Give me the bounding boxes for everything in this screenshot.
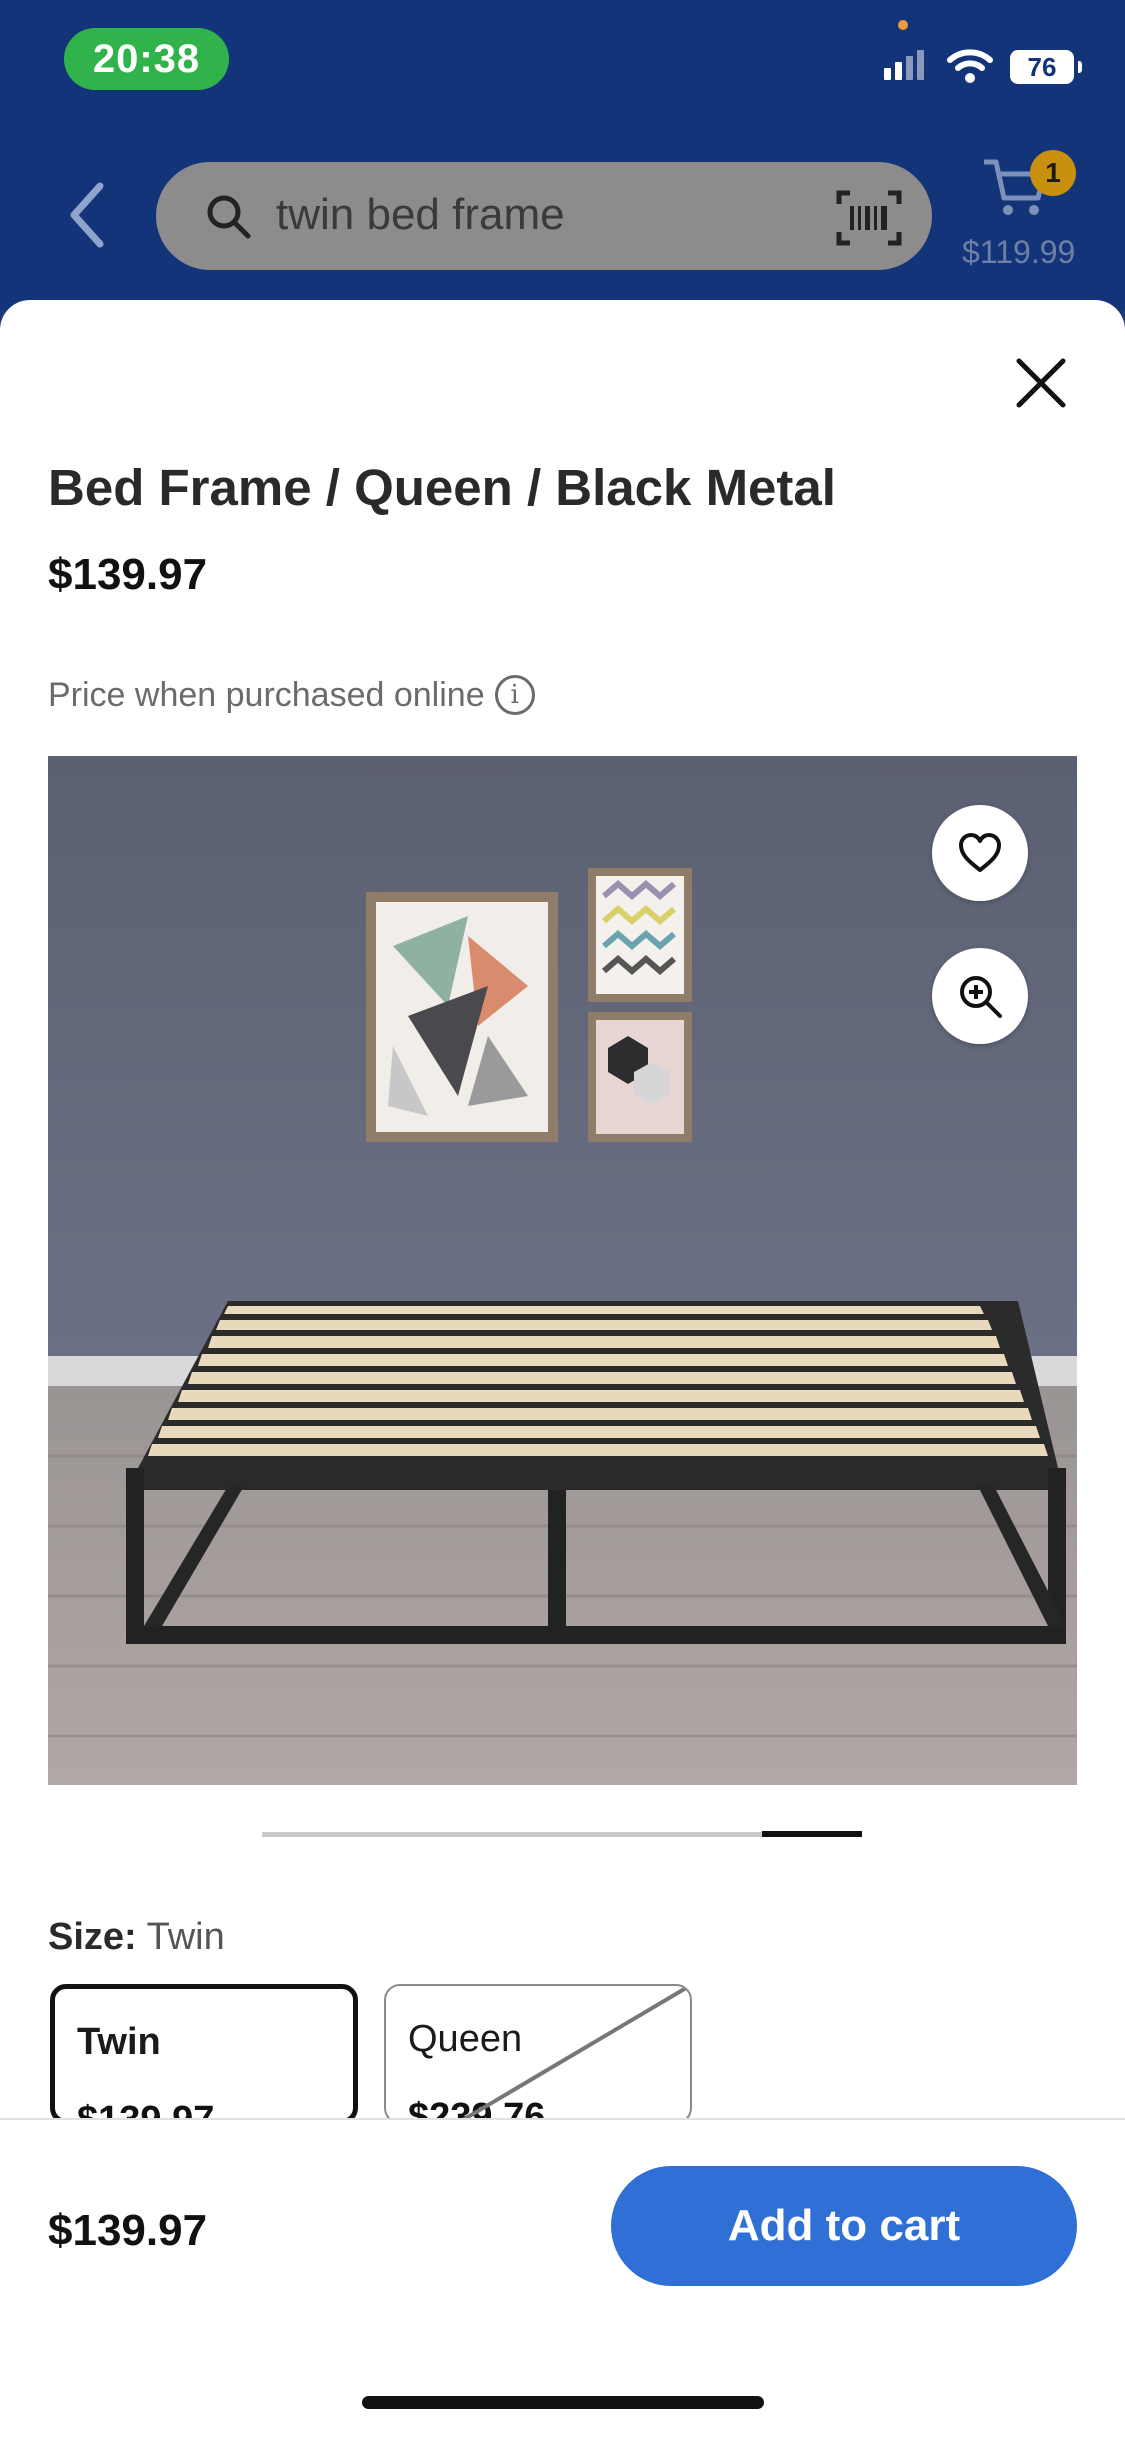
heart-icon xyxy=(959,833,1001,872)
cart-count-badge: 1 xyxy=(1030,150,1076,196)
size-option-queen[interactable]: Queen $239.76 xyxy=(384,1984,692,2124)
carousel-current-position xyxy=(762,1831,862,1837)
price-note: Price when purchased online i xyxy=(48,675,535,715)
price-note-text: Price when purchased online xyxy=(48,675,485,714)
status-time: 20:38 xyxy=(64,28,229,90)
search-input[interactable]: twin bed frame xyxy=(156,162,932,270)
privacy-indicator xyxy=(898,20,908,30)
info-icon[interactable]: i xyxy=(494,675,535,715)
home-indicator[interactable] xyxy=(362,2396,764,2409)
product-price: $139.97 xyxy=(48,550,208,599)
favorite-button[interactable] xyxy=(932,805,1028,901)
zoom-button[interactable] xyxy=(932,948,1028,1044)
search-icon xyxy=(207,195,251,239)
wifi-icon xyxy=(947,49,993,83)
size-label: Size: Twin xyxy=(48,1916,225,1959)
size-selected-value: Twin xyxy=(146,1916,225,1958)
search-query-text: twin bed frame xyxy=(276,190,565,239)
product-image[interactable] xyxy=(48,756,1077,1785)
battery-indicator: 76 xyxy=(1010,50,1082,84)
size-label-key: Size: xyxy=(48,1916,137,1958)
unavailable-strike xyxy=(455,1986,688,2122)
back-arrow-icon[interactable] xyxy=(66,180,106,250)
barcode-scan-icon[interactable] xyxy=(836,190,902,246)
size-option-twin[interactable]: Twin $139.97 xyxy=(50,1984,358,2124)
zoom-in-icon xyxy=(960,976,1002,1018)
size-option-name: Twin xyxy=(77,2021,161,2063)
cart-total: $119.99 xyxy=(962,234,1076,270)
image-carousel-indicator xyxy=(262,1831,862,1837)
footer-price: $139.97 xyxy=(48,2206,208,2255)
close-icon[interactable] xyxy=(1015,357,1067,409)
product-title: Bed Frame / Queen / Black Metal xyxy=(48,459,836,516)
add-to-cart-button[interactable]: Add to cart xyxy=(611,2166,1077,2286)
bed-frame-photo xyxy=(48,756,1077,1785)
signal-icon xyxy=(884,50,924,80)
